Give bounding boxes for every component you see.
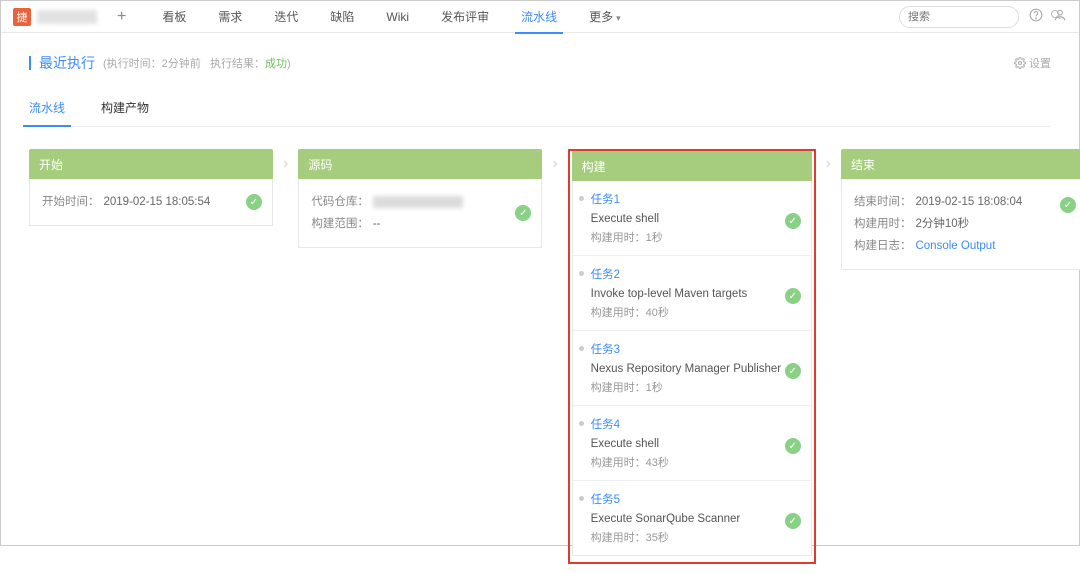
add-icon[interactable]: + — [117, 8, 126, 26]
task-name: 任务5 — [591, 491, 801, 507]
search-input-wrap[interactable] — [899, 6, 1019, 28]
top-nav: 捷 + 看板 需求 迭代 缺陷 Wiki 发布评审 流水线 更多▾ — [1, 1, 1079, 33]
nav-tab-demand[interactable]: 需求 — [202, 1, 258, 33]
task-time: 构建用时：35秒 — [591, 529, 801, 545]
nav-tab-iteration[interactable]: 迭代 — [258, 1, 314, 33]
task-desc: Nexus Repository Manager Publisher — [591, 363, 801, 375]
chevron-right-icon: › — [552, 149, 557, 173]
value-start-time: 2019-02-15 18:05:54 — [104, 191, 211, 213]
user-icon[interactable] — [1053, 8, 1067, 25]
task-name: 任务1 — [591, 191, 801, 207]
stage-head-end: 结束 — [841, 149, 1080, 179]
task-time: 构建用时：1秒 — [591, 229, 801, 245]
nav-tabs: 看板 需求 迭代 缺陷 Wiki 发布评审 流水线 更多▾ — [146, 1, 636, 33]
stage-end: 结束 结束时间：2019-02-15 18:08:04 构建用时：2分钟10秒 … — [841, 149, 1080, 270]
value-end-time: 2019-02-15 18:08:04 — [915, 191, 1022, 213]
page-title: 最近执行 — [39, 53, 95, 73]
build-highlight-box: 构建 任务1 Execute shell 构建用时：1秒 ✓ 任务2 Invok… — [568, 149, 816, 564]
nav-tab-more[interactable]: 更多▾ — [573, 1, 637, 33]
check-icon: ✓ — [785, 438, 801, 454]
exec-meta: (执行时间：2分钟前 执行结果：成功) — [103, 55, 291, 71]
task-name: 任务2 — [591, 266, 801, 282]
stage-source: 源码 代码仓库： 构建范围：-- ✓ — [298, 149, 542, 248]
task-name: 任务3 — [591, 341, 801, 357]
check-icon: ✓ — [1060, 197, 1076, 213]
task-time: 构建用时：40秒 — [591, 304, 801, 320]
nav-tab-defect[interactable]: 缺陷 — [314, 1, 370, 33]
label-scope: 构建范围： — [311, 213, 369, 235]
chevron-down-icon: ▾ — [616, 13, 621, 23]
help-icon[interactable] — [1029, 8, 1043, 25]
task-time: 构建用时：43秒 — [591, 454, 801, 470]
stage-card-source: 代码仓库： 构建范围：-- ✓ — [298, 179, 542, 248]
task-item[interactable]: 任务3 Nexus Repository Manager Publisher 构… — [573, 331, 811, 406]
stage-head-source: 源码 — [298, 149, 542, 179]
subtab-artifacts[interactable]: 构建产物 — [101, 99, 149, 126]
label-end-time: 结束时间： — [854, 191, 912, 213]
stage-card-end: 结束时间：2019-02-15 18:08:04 构建用时：2分钟10秒 构建日… — [841, 179, 1080, 270]
label-duration: 构建用时： — [854, 213, 912, 235]
settings-button[interactable]: 设置 — [1014, 55, 1051, 71]
task-item[interactable]: 任务5 Execute SonarQube Scanner 构建用时：35秒 ✓ — [573, 481, 811, 555]
task-time: 构建用时：1秒 — [591, 379, 801, 395]
chevron-right-icon: › — [826, 149, 831, 173]
nav-tab-release-review[interactable]: 发布评审 — [425, 1, 505, 33]
pipeline-row: 开始 开始时间：2019-02-15 18:05:54 ✓ › 源码 代码仓库：… — [29, 149, 1051, 564]
stage-head-start: 开始 — [29, 149, 273, 179]
nav-tab-wiki[interactable]: Wiki — [370, 1, 425, 33]
sub-tabs: 流水线 构建产物 — [29, 99, 1051, 127]
check-icon: ✓ — [515, 205, 531, 221]
check-icon: ✓ — [246, 194, 262, 210]
check-icon: ✓ — [785, 288, 801, 304]
task-desc: Execute shell — [591, 213, 801, 225]
stage-build: 构建 任务1 Execute shell 构建用时：1秒 ✓ 任务2 Invok… — [568, 149, 816, 564]
task-desc: Execute shell — [591, 438, 801, 450]
check-icon: ✓ — [785, 363, 801, 379]
nav-tab-pipeline[interactable]: 流水线 — [505, 1, 573, 33]
task-desc: Invoke top-level Maven targets — [591, 288, 801, 300]
stage-start: 开始 开始时间：2019-02-15 18:05:54 ✓ — [29, 149, 273, 226]
task-item[interactable]: 任务1 Execute shell 构建用时：1秒 ✓ — [573, 181, 811, 256]
task-list: 任务1 Execute shell 构建用时：1秒 ✓ 任务2 Invoke t… — [572, 181, 812, 556]
task-item[interactable]: 任务2 Invoke top-level Maven targets 构建用时：… — [573, 256, 811, 331]
label-start-time: 开始时间： — [42, 191, 100, 213]
app-logo[interactable]: 捷 — [13, 8, 31, 26]
vertical-bar-icon — [29, 56, 31, 70]
value-scope: -- — [373, 213, 381, 235]
gear-icon — [1014, 57, 1026, 69]
check-icon: ✓ — [785, 513, 801, 529]
product-name-blur — [37, 10, 97, 24]
value-repo-blur — [373, 191, 463, 213]
task-item[interactable]: 任务4 Execute shell 构建用时：43秒 ✓ — [573, 406, 811, 481]
stage-head-build: 构建 — [572, 151, 812, 181]
check-icon: ✓ — [785, 213, 801, 229]
subtab-pipeline[interactable]: 流水线 — [29, 99, 65, 126]
stage-card-start: 开始时间：2019-02-15 18:05:54 ✓ — [29, 179, 273, 226]
task-desc: Execute SonarQube Scanner — [591, 513, 801, 525]
label-repo: 代码仓库： — [311, 191, 369, 213]
status-badge: 成功 — [265, 58, 287, 70]
chevron-right-icon: › — [283, 149, 288, 173]
task-name: 任务4 — [591, 416, 801, 432]
nav-tab-kanban[interactable]: 看板 — [146, 1, 202, 33]
exec-header: 最近执行 (执行时间：2分钟前 执行结果：成功) 设置 — [29, 53, 1051, 73]
value-duration: 2分钟10秒 — [915, 213, 969, 235]
console-output-link[interactable]: Console Output — [915, 235, 995, 257]
label-log: 构建日志： — [854, 235, 912, 257]
